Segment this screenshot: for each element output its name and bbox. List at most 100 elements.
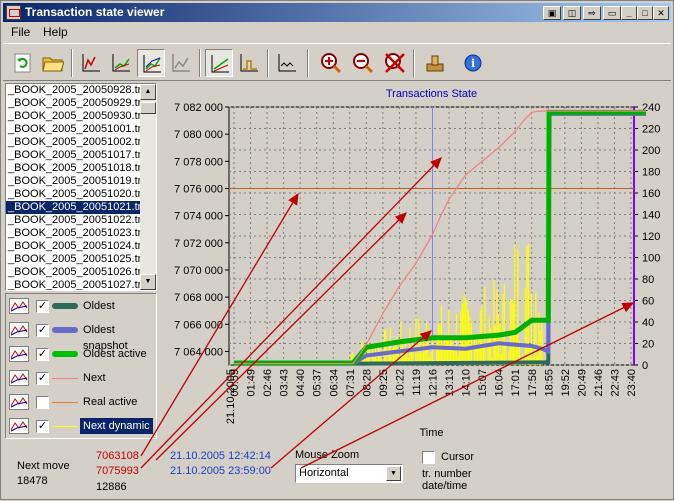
chart-area[interactable]: 00:59 01:49 02:46 03:43 04:40 05:37 06:34 07:31… [161, 83, 671, 443]
legend-row[interactable]: ✓ Next [6, 366, 156, 390]
zoom-reset-button[interactable] [381, 49, 409, 77]
series-visibility-checkbox[interactable]: ✓ [36, 372, 49, 385]
file-list-item[interactable]: _BOOK_2005_20050930.tn [6, 110, 142, 123]
series-style-icon[interactable] [9, 418, 29, 434]
series-style-icon[interactable] [9, 322, 29, 338]
menu-help[interactable]: Help [43, 25, 68, 39]
restore-layout-icon[interactable]: ◫ [563, 6, 581, 20]
series-style-icon[interactable] [9, 370, 29, 386]
series-legend: ✓ Oldest ✓ Oldest snapshot ✓ Oldest active ✓ Ne… [5, 293, 157, 439]
line-view-3-button[interactable] [273, 49, 301, 77]
svg-text:i: i [471, 57, 475, 70]
series-visibility-checkbox[interactable]: ✓ [36, 300, 49, 313]
x-tick-label: 23:40 [626, 369, 638, 397]
file-list-item[interactable]: _BOOK_2005_20050929.tn [6, 97, 142, 110]
series-visibility-checkbox[interactable]: ✓ [36, 324, 49, 337]
series-style-icon[interactable] [9, 346, 29, 362]
cursor-checkbox[interactable] [422, 451, 435, 464]
scroll-thumb[interactable] [140, 102, 156, 114]
file-list-item[interactable]: _BOOK_2005_20051019.tn [6, 175, 142, 188]
next-move-value: 18478 [17, 475, 48, 487]
title-bar: Transaction state viewer ▣ ◫ ⇨ ▭ _ □ ✕ [3, 3, 671, 22]
series-style-icon[interactable] [9, 298, 29, 314]
x-tick-label: 17:58 [527, 369, 539, 397]
legend-row[interactable]: ✓ Oldest [6, 294, 156, 318]
mouse-zoom-select[interactable]: Horizontal ▼ [295, 464, 403, 483]
menu-file[interactable]: File [11, 25, 30, 39]
open-folder-icon [42, 57, 64, 72]
file-list-item[interactable]: _BOOK_2005_20051018.tn [6, 162, 142, 175]
file-list-item[interactable]: _BOOK_2005_20051020.tn [6, 188, 142, 201]
file-list-item[interactable]: _BOOK_2005_20051026.tn [6, 266, 142, 279]
cursor-label: Cursor [441, 451, 475, 463]
tray-icon[interactable]: ▣ [543, 6, 561, 20]
transaction-value-2: 7075993 [96, 465, 139, 477]
x-tick-label: 15:07 [477, 369, 489, 397]
window-toggle-icon[interactable]: ▭ [603, 6, 621, 20]
file-list-item[interactable]: _BOOK_2005_20051002.tn [6, 136, 142, 149]
chart-view-4-button[interactable] [167, 49, 195, 77]
scroll-down-button[interactable]: ▼ [140, 274, 156, 290]
x-tick-label: 08:28 [361, 369, 373, 397]
line-view-3-icon [278, 54, 296, 72]
info-button[interactable]: i [459, 49, 487, 77]
line-view-1-button[interactable] [205, 49, 233, 77]
file-list-item[interactable]: _BOOK_2005_20051021.tn [6, 200, 143, 215]
series-visibility-checkbox[interactable]: ✓ [36, 420, 49, 433]
refresh-button[interactable] [9, 49, 37, 77]
legend-row[interactable]: ✓ Oldest active [6, 342, 156, 366]
zoom-reset-icon [385, 53, 405, 73]
file-list-item[interactable]: _BOOK_2005_20051001.tn [6, 123, 142, 136]
date-value-2: 21.10.2005 23:59:00 [170, 465, 271, 477]
file-list-item[interactable]: _BOOK_2005_20051025.tn [6, 253, 142, 266]
x-tick-label: 02:46 [262, 369, 274, 397]
file-items: _BOOK_2005_20050928.tn _BOOK_2005_2005092… [6, 84, 156, 290]
chart-view-1-button[interactable] [77, 49, 105, 77]
line-view-1-icon [211, 55, 229, 73]
y-left-tick-label: 7 068 000 [174, 292, 223, 304]
x-tick-label: 09:25 [378, 369, 390, 397]
toolbar-separator [413, 49, 415, 77]
x-tick-label: 14:10 [461, 369, 473, 397]
file-list-item[interactable]: _BOOK_2005_20051022.tn [6, 214, 142, 227]
line-view-2-button[interactable] [235, 49, 263, 77]
file-list-item[interactable]: _BOOK_2005_20050928.tn [6, 84, 142, 97]
file-list-item[interactable]: _BOOK_2005_20051017.tn [6, 149, 142, 162]
series-visibility-checkbox[interactable] [36, 396, 49, 409]
series-visibility-checkbox[interactable]: ✓ [36, 348, 49, 361]
send-icon[interactable]: ⇨ [583, 6, 601, 20]
x-tick-label: 16:04 [494, 369, 506, 397]
file-list-item[interactable]: _BOOK_2005_20051027.tn [6, 279, 142, 290]
zoom-out-button[interactable] [349, 49, 377, 77]
file-list-item[interactable]: _BOOK_2005_20051024.tn [6, 240, 142, 253]
transactions-chart[interactable]: 00:59 01:49 02:46 03:43 04:40 05:37 06:34 07:31… [161, 83, 671, 443]
x-tick-label: 12:16 [428, 369, 440, 397]
minimize-button[interactable]: _ [621, 6, 637, 20]
x-tick-label: 21:46 [593, 369, 605, 397]
close-button[interactable]: ✕ [653, 6, 669, 20]
series-style-icon[interactable] [9, 394, 29, 410]
chart-view-2-button[interactable] [107, 49, 135, 77]
y-right-tick-label: 0 [642, 360, 648, 372]
series-label: Real active [83, 396, 138, 408]
y-left-tick-label: 7 076 000 [174, 183, 223, 195]
y-left-tick-label: 7 080 000 [174, 129, 223, 141]
series-color-swatch [52, 327, 78, 333]
x-tick-label: 19:52 [560, 369, 572, 397]
file-list-item[interactable]: _BOOK_2005_20051023.tn [6, 227, 142, 240]
chart-view-3-button[interactable] [137, 49, 165, 77]
legend-row[interactable]: ✓ Oldest snapshot [6, 318, 156, 352]
chart-view-1-icon [82, 54, 100, 72]
legend-row[interactable]: Real active [6, 390, 156, 414]
x-tick-label: 18:55 [543, 369, 555, 397]
tools-button[interactable] [421, 49, 449, 77]
legend-row[interactable]: ✓ Next dynamic [6, 414, 156, 438]
file-list-scrollbar[interactable]: ▲ ▼ [140, 84, 156, 290]
chevron-down-icon[interactable]: ▼ [386, 466, 401, 481]
file-list[interactable]: _BOOK_2005_20050928.tn _BOOK_2005_2005092… [5, 83, 157, 291]
scroll-up-button[interactable]: ▲ [140, 84, 156, 100]
open-button[interactable] [39, 49, 67, 77]
toolbar-separator [71, 49, 73, 77]
maximize-button[interactable]: □ [637, 6, 653, 20]
zoom-in-button[interactable] [317, 49, 345, 77]
